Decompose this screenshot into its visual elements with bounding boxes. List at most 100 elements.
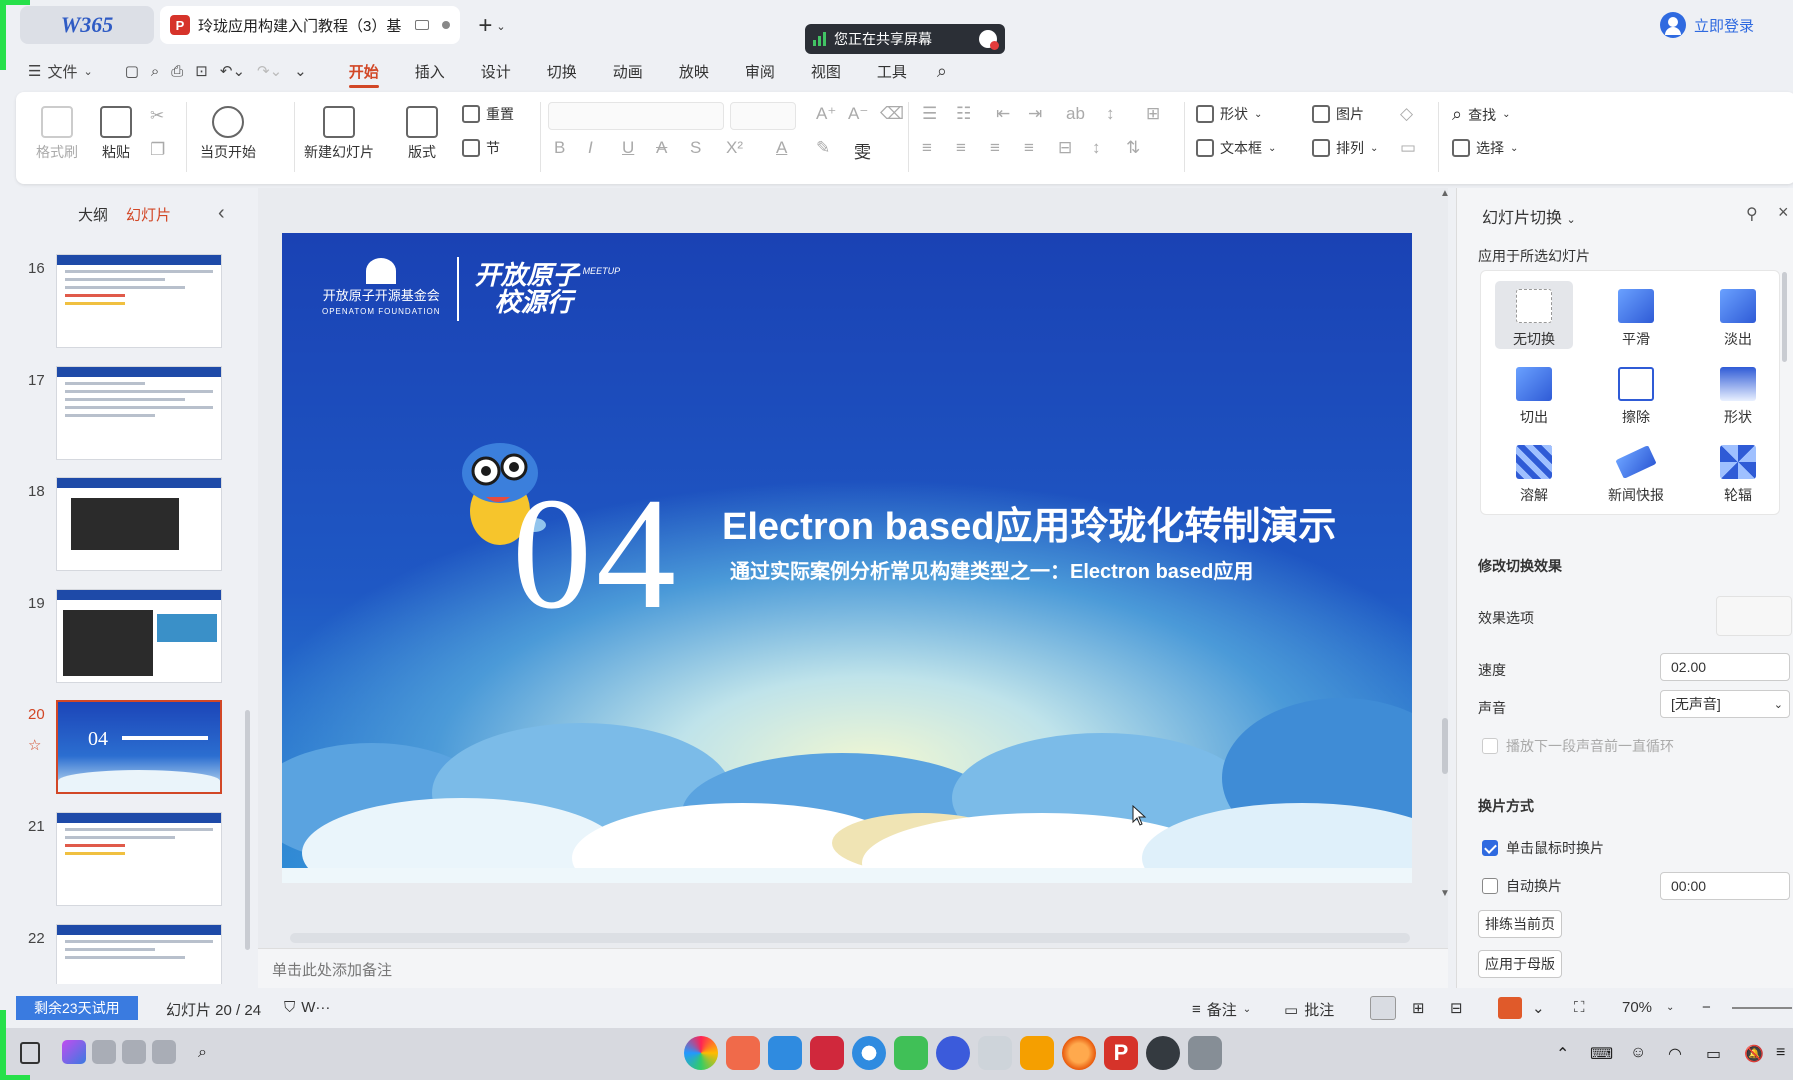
app-store-icon[interactable] xyxy=(1020,1036,1054,1070)
assistant-icon[interactable]: ☺ xyxy=(1630,1044,1646,1062)
save-icon[interactable]: ▢ xyxy=(119,56,145,86)
current-slide[interactable]: 开放原子开源基金会 OPENATOM FOUNDATION 开放原子 校源行 M… xyxy=(282,233,1412,883)
transition-cut[interactable]: 切出 xyxy=(1495,359,1573,427)
new-slide-button[interactable]: 新建幻灯片 xyxy=(304,106,374,162)
loop-sound-checkbox[interactable]: 播放下一段声音前一直循环 xyxy=(1482,736,1674,756)
tab-slides[interactable]: 幻灯片 xyxy=(126,204,171,225)
sound-select[interactable]: [无声音] ⌄ xyxy=(1660,690,1790,718)
slide-thumbnail-20[interactable]: 20 ☆ 04 xyxy=(20,700,230,800)
transition-shape[interactable]: 形状 xyxy=(1699,359,1777,427)
print-icon[interactable]: ⎙ xyxy=(165,56,189,86)
fit-window-icon[interactable]: ⛶ xyxy=(1574,999,1585,1016)
font-name-select[interactable] xyxy=(548,102,724,130)
paste-button[interactable]: 粘贴 xyxy=(100,106,132,162)
advance-on-click-checkbox[interactable]: 单击鼠标时换片 xyxy=(1482,838,1604,858)
thumbnail-scrollbar[interactable] xyxy=(245,710,250,950)
slide-thumbnail-19[interactable]: 19 xyxy=(20,589,230,689)
slide-horizontal-scrollbar[interactable] xyxy=(290,933,1410,943)
phonetic-icon[interactable]: 雯 xyxy=(854,138,871,163)
settings-icon[interactable] xyxy=(936,1036,970,1070)
tab-home[interactable]: 开始 xyxy=(331,52,397,90)
doc-status[interactable]: ⛉ W··· xyxy=(284,999,330,1016)
copy-icon[interactable]: ❐ xyxy=(150,140,165,160)
indent-icon[interactable]: ⇥ xyxy=(1028,104,1042,124)
outdent-icon[interactable]: ⇤ xyxy=(996,104,1010,124)
normal-view-icon[interactable] xyxy=(1370,996,1396,1020)
collapse-panel-icon[interactable]: ‹ xyxy=(218,202,225,225)
notification-icon[interactable]: 🔕 xyxy=(1744,1044,1764,1064)
auto-advance-time-input[interactable]: 00:00 xyxy=(1660,872,1790,900)
remote-desktop-icon[interactable] xyxy=(1188,1036,1222,1070)
workspace-1-icon[interactable] xyxy=(62,1040,86,1064)
bold-icon[interactable]: B xyxy=(554,138,565,158)
text-direction-icon[interactable]: ab xyxy=(1066,104,1085,124)
transition-smooth[interactable]: 平滑 xyxy=(1597,281,1675,349)
trial-badge[interactable]: 剩余23天试用 xyxy=(16,996,138,1020)
slide-vertical-scrollbar[interactable]: ▲ ▼ xyxy=(1438,188,1452,948)
multitask-view-icon[interactable] xyxy=(726,1036,760,1070)
strikethrough-icon[interactable]: A xyxy=(656,138,667,158)
slide-thumbnail-16[interactable]: 16 xyxy=(20,254,230,354)
bullets-icon[interactable]: ☰ xyxy=(922,104,937,124)
music-icon[interactable] xyxy=(894,1036,928,1070)
app-logo[interactable]: W365 xyxy=(20,6,154,44)
textbox-button[interactable]: 文本框 ⌄ xyxy=(1196,138,1276,158)
slide-sorter-icon[interactable]: ⊞ xyxy=(1412,999,1425,1017)
tab-view[interactable]: 视图 xyxy=(793,52,859,90)
format-painter-button[interactable]: 格式刷 xyxy=(36,106,78,162)
font-grow-icon[interactable]: A⁺ xyxy=(816,104,836,124)
file-manager-icon[interactable] xyxy=(768,1036,802,1070)
tab-review[interactable]: 审阅 xyxy=(727,52,793,90)
highlight-icon[interactable]: ✎ xyxy=(816,138,830,158)
transition-fade[interactable]: 淡出 xyxy=(1699,281,1777,349)
speed-input[interactable]: 02.00 xyxy=(1660,653,1790,681)
select-button[interactable]: 选择 ⌄ xyxy=(1452,138,1518,158)
tab-tools[interactable]: 工具 xyxy=(859,52,925,90)
workspace-3-icon[interactable] xyxy=(122,1040,146,1064)
new-tab-button[interactable]: + ⌄ xyxy=(470,10,514,42)
section-button[interactable]: 节 xyxy=(462,138,500,158)
search-icon[interactable]: ⌕ xyxy=(931,56,953,86)
transition-newsflash[interactable]: 新闻快报 xyxy=(1597,437,1675,505)
fill-icon[interactable]: ◇ xyxy=(1400,104,1413,124)
tray-expand-icon[interactable]: ⌃ xyxy=(1556,1044,1569,1064)
obs-icon[interactable] xyxy=(1146,1036,1180,1070)
distribute-icon[interactable]: ⊟ xyxy=(1058,138,1072,158)
effect-options-dropdown[interactable] xyxy=(1716,596,1792,636)
document-tab[interactable]: P 玲珑应用构建入门教程（3）基 xyxy=(160,6,460,44)
unsaved-dot-icon[interactable] xyxy=(442,21,450,29)
zoom-out-icon[interactable]: − xyxy=(1702,999,1711,1016)
print-preview-icon[interactable]: ⊡ xyxy=(189,56,214,86)
arrange-button[interactable]: 排列 ⌄ xyxy=(1312,138,1378,158)
find-button[interactable]: ⌕ 查找 ⌄ xyxy=(1452,104,1510,125)
workspace-4-icon[interactable] xyxy=(152,1040,176,1064)
search-taskbar-icon[interactable]: ⌕ xyxy=(198,1044,207,1062)
auto-advance-checkbox[interactable]: 自动换片 xyxy=(1482,876,1562,896)
close-pane-icon[interactable]: × xyxy=(1778,202,1789,223)
tab-transitions[interactable]: 切换 xyxy=(529,52,595,90)
trash-icon[interactable] xyxy=(978,1036,1012,1070)
slide-thumbnail-22[interactable]: 22 xyxy=(20,924,230,984)
tab-design[interactable]: 设计 xyxy=(463,52,529,90)
clear-format-icon[interactable]: ⌫ xyxy=(880,104,904,124)
slide-subtitle[interactable]: 通过实际案例分析常见构建类型之一：Electron based应用 xyxy=(730,555,1253,584)
align-left-icon[interactable]: ≡ xyxy=(922,138,932,158)
slideshow-dropdown-icon[interactable]: ⌄ xyxy=(1532,999,1545,1017)
multitask-icon[interactable] xyxy=(20,1042,40,1064)
slide-thumbnail-18[interactable]: 18 xyxy=(20,477,230,577)
slideshow-play-icon[interactable] xyxy=(1498,997,1522,1019)
rehearse-button[interactable]: 排练当前页 xyxy=(1478,910,1562,938)
wps-presentation-icon[interactable]: P xyxy=(1104,1036,1138,1070)
superscript-icon[interactable]: X² xyxy=(726,138,743,158)
smartart-icon[interactable]: ⊞ xyxy=(1146,104,1160,124)
browser-icon[interactable] xyxy=(852,1036,886,1070)
font-color-icon[interactable]: A xyxy=(776,138,787,158)
layout-button[interactable]: 版式 xyxy=(406,106,438,162)
gallery-scrollbar[interactable] xyxy=(1782,272,1787,362)
apply-to-master-button[interactable]: 应用于母版 xyxy=(1478,950,1562,978)
shadow-icon[interactable]: S xyxy=(690,138,701,158)
battery-icon[interactable]: ▭ xyxy=(1706,1044,1721,1064)
picture-button[interactable]: 图片 xyxy=(1312,104,1364,124)
start-from-current-button[interactable]: 当页开始 xyxy=(200,106,256,162)
align-right-icon[interactable]: ≡ xyxy=(990,138,1000,158)
